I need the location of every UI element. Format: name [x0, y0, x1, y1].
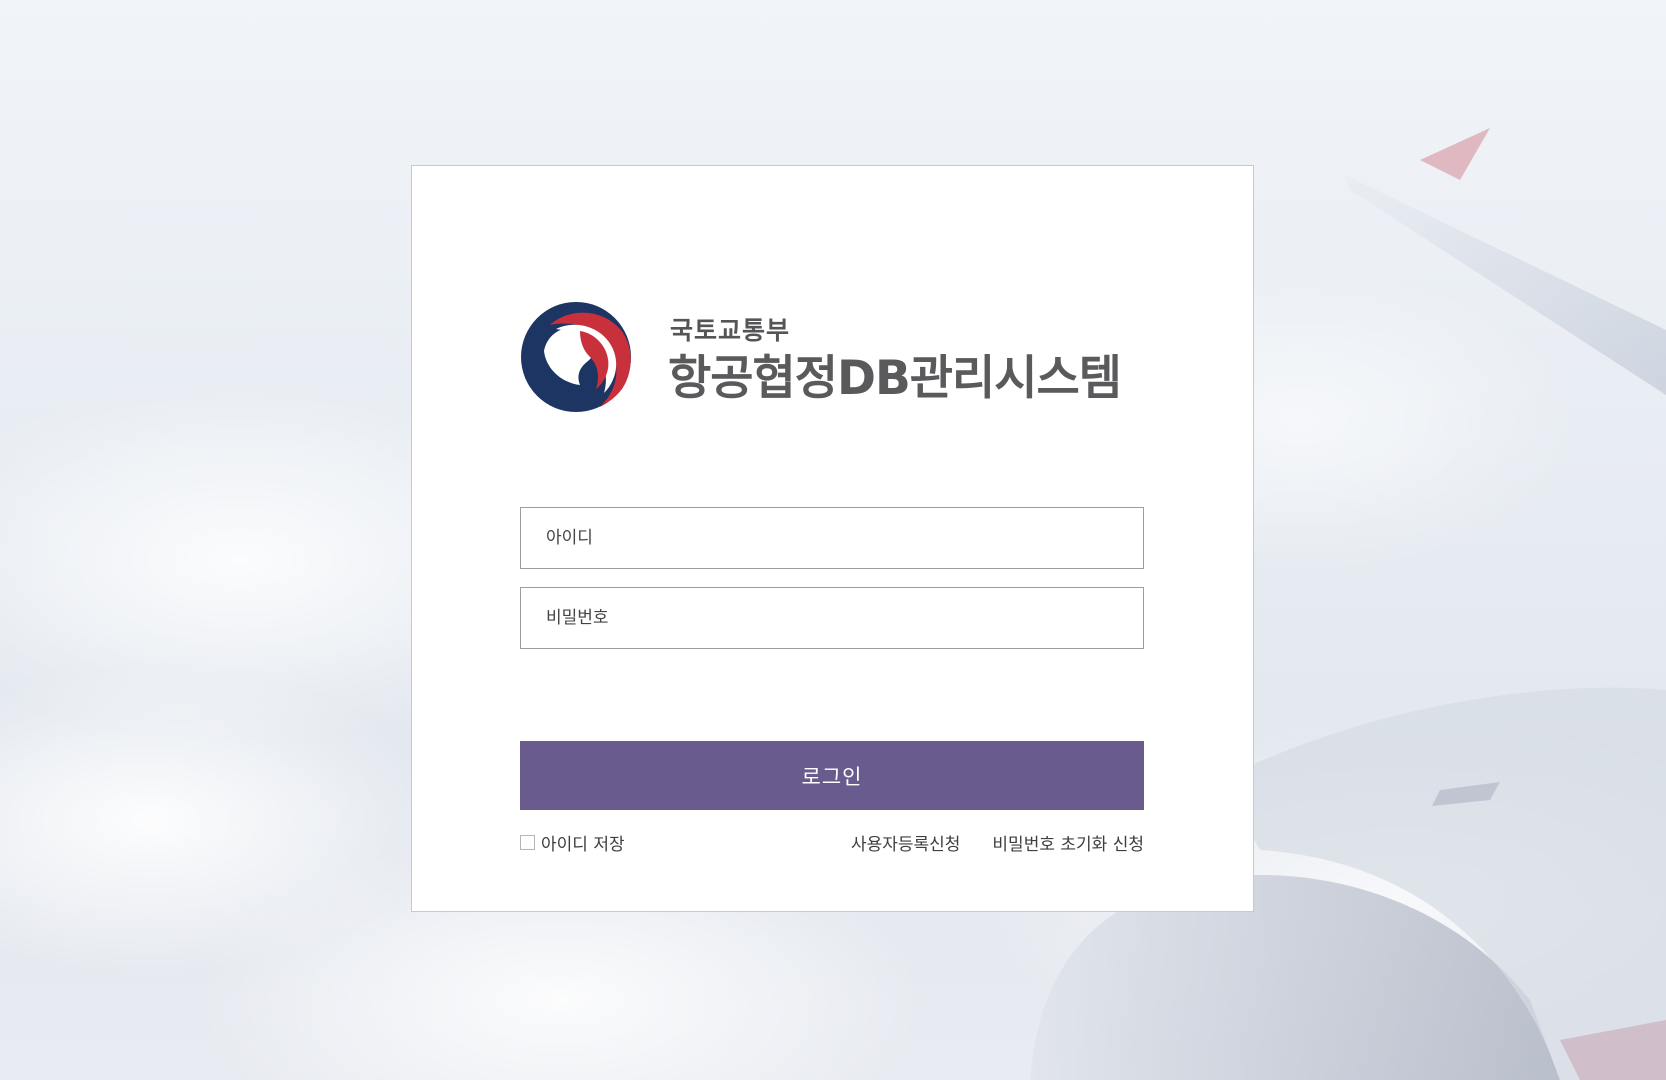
system-title: 항공협정DB관리시스템 — [668, 351, 1122, 406]
account-links: 사용자등록신청 비밀번호 초기화 신청 — [851, 830, 1144, 855]
id-input[interactable] — [521, 508, 1143, 568]
login-options: 아이디 저장 사용자등록신청 비밀번호 초기화 신청 — [520, 830, 1144, 855]
login-card: 국토교통부 항공협정DB관리시스템 로그인 아이디 저장 사용자등록신청 비밀번… — [411, 165, 1254, 912]
password-field — [520, 587, 1144, 649]
remember-id-checkbox[interactable] — [520, 834, 535, 850]
id-field — [520, 507, 1144, 569]
remember-id-label: 아이디 저장 — [541, 834, 625, 855]
login-button[interactable]: 로그인 — [520, 741, 1144, 810]
password-reset-link[interactable]: 비밀번호 초기화 신청 — [992, 830, 1144, 855]
register-link[interactable]: 사용자등록신청 — [851, 830, 960, 855]
taegeuk-emblem-icon — [521, 302, 631, 412]
logo: 국토교통부 항공협정DB관리시스템 — [520, 299, 1160, 414]
remember-id-option[interactable]: 아이디 저장 — [520, 830, 625, 855]
password-input[interactable] — [521, 588, 1143, 648]
